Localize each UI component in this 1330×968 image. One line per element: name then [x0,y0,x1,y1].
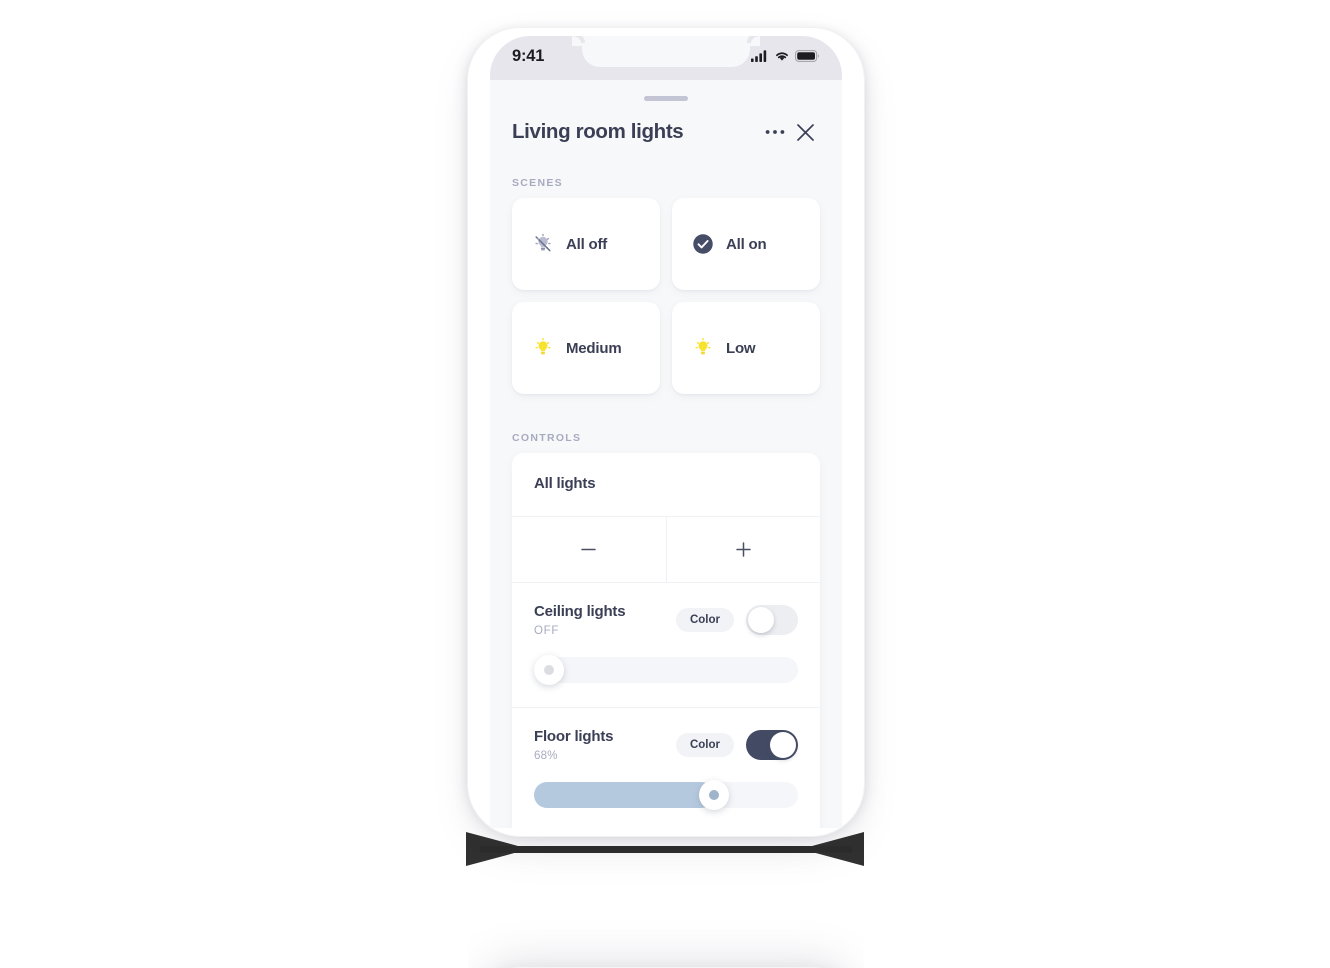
scene-label: Low [726,339,756,357]
color-button[interactable]: Color [675,733,734,757]
phone-reflection: 9:41 Living room lights SCENES All off [468,849,864,968]
scene-label: Medium [566,339,622,357]
all-lights-row: All lights [512,453,820,517]
wifi-icon [776,52,788,61]
scene-card-low[interactable]: Low [672,302,820,394]
light-row-ceiling-lights: Ceiling lights OFF Color [512,583,820,708]
bulb-on-icon [535,337,551,355]
close-icon [796,123,814,141]
slider-knob-dot [708,790,719,800]
brightness-slider[interactable] [534,655,798,685]
light-name: Ceiling lights [534,603,626,620]
stage: 9:41 Living room lights SCENES All off A… [0,0,1330,968]
status-bar-time: 9:41 [512,46,545,65]
page-title: Living room lights [512,120,684,143]
toggle-knob [770,732,796,758]
power-toggle[interactable] [746,605,798,635]
plus-icon [736,542,751,557]
light-row-header: Floor lights 68% Color [534,728,798,762]
more-options-button[interactable] [760,117,790,147]
battery-icon [795,50,820,62]
light-row-header: Ceiling lights OFF Color [534,603,798,637]
bulb-on-icon [695,337,711,355]
status-bar-indicators [751,50,820,62]
all-lights-stepper [512,517,820,583]
brightness-slider[interactable] [534,780,798,810]
increase-brightness-button[interactable] [665,517,821,582]
bulb-off-icon [535,233,551,252]
more-horizontal-icon [765,130,785,134]
controls-card: All lights Ceiling lights OFF Color Floo… [512,453,820,828]
light-actions: Color [675,605,798,635]
controls-section-label: CONTROLS [512,432,582,444]
reflection-fade-overlay [468,849,864,968]
all-lights-title: All lights [534,475,596,492]
power-toggle[interactable] [746,730,798,760]
signal-bars-icon [751,50,767,62]
slider-knob-dot [544,665,554,675]
light-labels: Ceiling lights OFF [534,603,676,637]
light-name: Floor lights [534,728,614,745]
slider-knob[interactable] [698,780,729,810]
color-button[interactable]: Color [675,608,734,632]
scene-card-medium[interactable]: Medium [512,302,660,394]
notch [572,36,760,67]
light-state: OFF [534,625,560,637]
close-button[interactable] [790,117,820,147]
sheet-header: Living room lights [490,101,842,147]
scene-label: All on [726,235,767,253]
light-actions: Color [675,730,798,760]
slider-fill [534,782,714,808]
scenes-section-label: SCENES [512,177,563,189]
scene-label: All off [566,235,608,253]
toggle-knob [748,607,774,633]
check-circle-icon [693,234,713,254]
slider-knob[interactable] [534,655,564,685]
light-state: 68% [534,750,558,762]
decrease-brightness-button[interactable] [512,517,666,582]
status-bar: 9:41 [490,36,842,80]
minus-icon [581,548,596,551]
phone-screen: 9:41 Living room lights SCENES All off A… [490,36,842,828]
light-labels: Floor lights 68% [534,728,676,762]
bottom-sheet: Living room lights SCENES All off All on… [490,96,842,828]
scene-card-all-off[interactable]: All off [512,198,660,290]
light-row-floor-lights: Floor lights 68% Color [512,708,820,828]
scenes-grid: All off All on Medium Low [490,198,842,394]
phone-mockup: 9:41 Living room lights SCENES All off A… [468,28,864,836]
scene-card-all-on[interactable]: All on [672,198,820,290]
